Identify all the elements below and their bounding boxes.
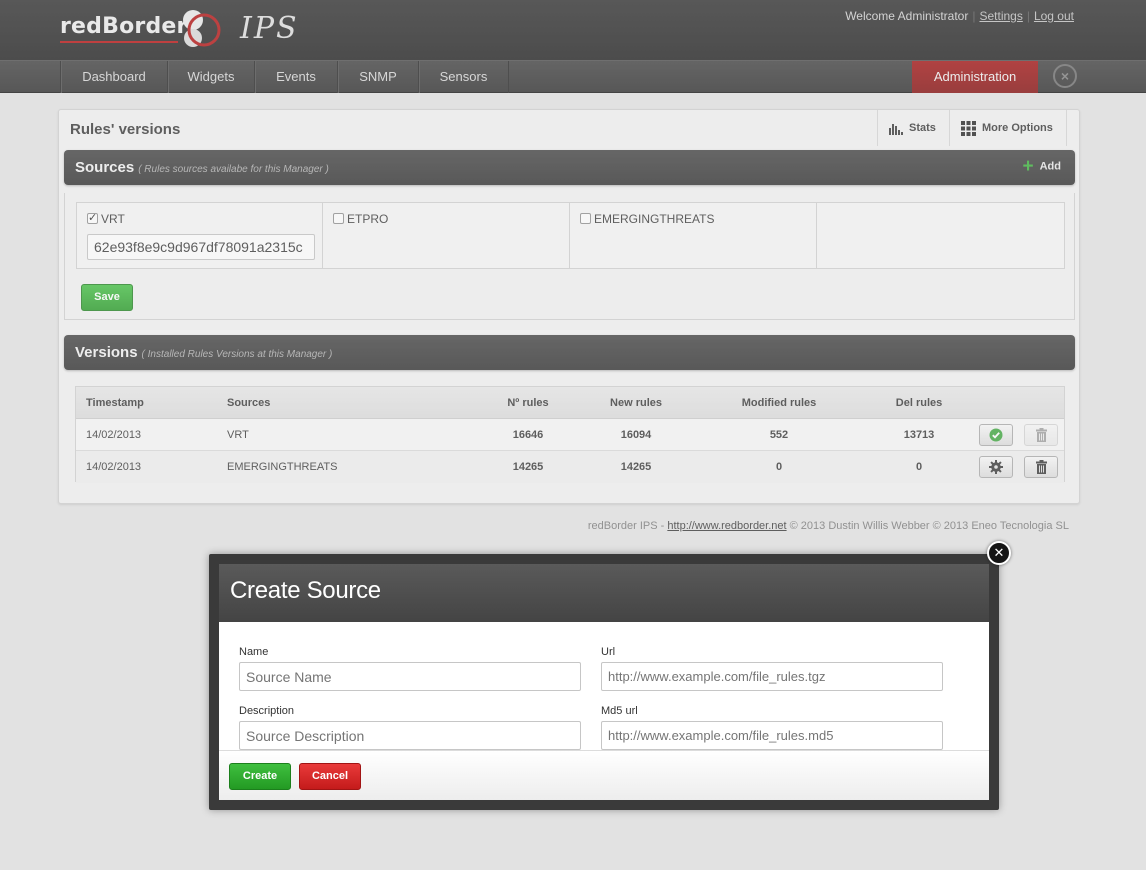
url-label: Url xyxy=(601,646,616,658)
md5-url-input[interactable] xyxy=(601,721,943,750)
description-input[interactable] xyxy=(239,721,581,750)
create-button[interactable]: Create xyxy=(229,763,291,790)
description-label: Description xyxy=(239,705,295,717)
create-source-modal: Create Source Name Url Description Md5 u… xyxy=(209,554,999,810)
modal-footer: Create Cancel xyxy=(219,750,989,800)
url-input[interactable] xyxy=(601,662,943,691)
modal-header: Create Source xyxy=(219,564,989,622)
name-label: Name xyxy=(239,646,269,658)
modal-title: Create Source xyxy=(230,577,381,604)
md5-url-label: Md5 url xyxy=(601,705,638,717)
cancel-button[interactable]: Cancel xyxy=(299,763,361,790)
modal-body: Create Source Name Url Description Md5 u… xyxy=(219,564,989,800)
modal-close-icon[interactable]: ✕ xyxy=(987,541,1011,565)
source-name-input[interactable] xyxy=(239,662,581,691)
